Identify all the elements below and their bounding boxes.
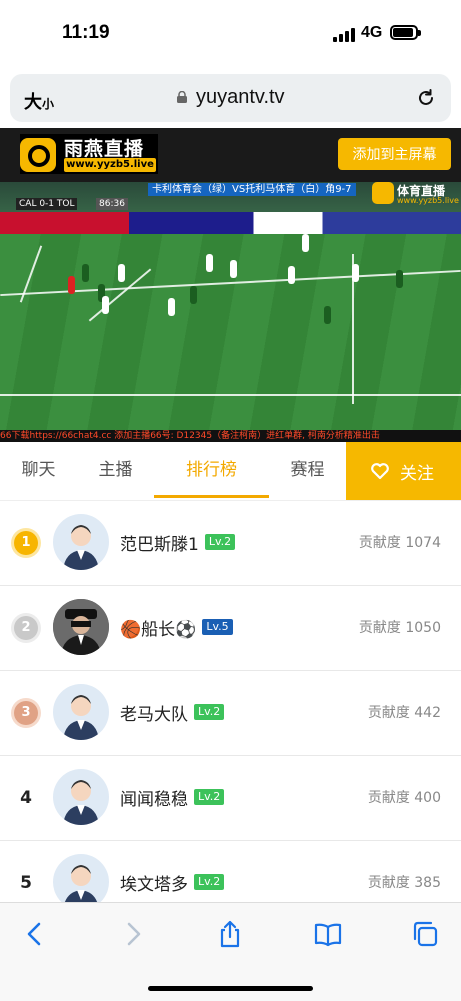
follow-label: 关注 — [400, 464, 434, 483]
forward-icon[interactable] — [118, 919, 148, 949]
level-badge: Lv.2 — [204, 534, 236, 550]
level-badge: Lv.2 — [194, 704, 225, 720]
ranking-row[interactable]: 5 埃文塔多 Lv.2 贡献度 385 — [0, 840, 461, 902]
bookmarks-icon[interactable] — [313, 919, 343, 949]
user-name: 🏀船长⚽ — [120, 619, 197, 640]
contribution-score: 贡献度 400 — [367, 790, 441, 806]
follow-button[interactable]: 关注 — [346, 442, 461, 500]
site-logo[interactable]: 雨燕直播 www.yyzb5.live — [20, 134, 158, 174]
share-icon[interactable] — [215, 919, 245, 949]
logo-subtext: www.yyzb5.live — [64, 158, 156, 172]
ranking-row[interactable]: 4 闻闻稳稳 Lv.2 贡献度 400 — [0, 755, 461, 841]
rank-number: 4 — [20, 788, 32, 808]
back-icon[interactable] — [20, 919, 50, 949]
level-badge: Lv.2 — [194, 874, 225, 890]
home-indicator — [148, 986, 313, 991]
tab-bar: 聊天 主播 排行榜 赛程 关注 — [0, 442, 461, 501]
text-size-button[interactable]: 大小 — [24, 88, 54, 114]
avatar[interactable] — [53, 769, 109, 825]
ranking-list: 1 范巴斯滕1 Lv.2 贡献度 1074 2 🏀船长⚽ Lv.5 贡献度 10… — [0, 500, 461, 902]
level-badge: Lv.2 — [194, 789, 225, 805]
tab-chat[interactable]: 聊天 — [0, 442, 77, 500]
browser-toolbar — [0, 902, 461, 1001]
network-type: 4G — [361, 24, 383, 41]
tab-schedule[interactable]: 赛程 — [269, 442, 346, 500]
rank-number: 5 — [20, 873, 32, 893]
battery-icon — [390, 25, 421, 40]
contribution-score: 贡献度 442 — [367, 705, 441, 721]
lock-icon — [177, 91, 187, 103]
avatar[interactable] — [53, 854, 109, 902]
avatar[interactable] — [53, 514, 109, 570]
address-bar[interactable]: 大小 yuyantv.tv — [10, 74, 451, 122]
user-name: 埃文塔多 — [120, 874, 188, 895]
heart-icon — [371, 463, 389, 480]
avatar[interactable] — [53, 599, 109, 655]
watermark-logo-icon — [372, 182, 394, 204]
tabs-icon[interactable] — [410, 919, 440, 949]
contribution-score: 贡献度 1074 — [358, 535, 441, 551]
ranking-row[interactable]: 1 范巴斯滕1 Lv.2 贡献度 1074 — [0, 500, 461, 586]
user-name: 老马大队 — [120, 704, 188, 725]
add-to-home-button[interactable]: 添加到主屏幕 — [338, 138, 451, 170]
user-name: 闻闻稳稳 — [120, 789, 188, 810]
active-tab-indicator — [154, 495, 269, 498]
scoreboard: CAL 0-1 TOL — [16, 198, 78, 210]
logo-text: 雨燕直播 — [64, 138, 145, 160]
tab-host[interactable]: 主播 — [77, 442, 154, 500]
gold-medal-icon: 1 — [14, 531, 38, 555]
contribution-score: 贡献度 385 — [367, 875, 441, 891]
match-clock: 86:36 — [96, 198, 128, 210]
video-player[interactable]: 卡利体育会（绿）VS托利马体育（白）角9-7 CAL 0-1 TOL 86:36… — [0, 182, 461, 442]
level-badge: Lv.5 — [202, 619, 233, 635]
match-title: 卡利体育会（绿）VS托利马体育（白）角9-7 — [148, 183, 356, 196]
avatar[interactable] — [53, 684, 109, 740]
logo-q-icon — [20, 138, 56, 172]
reload-icon[interactable] — [416, 88, 436, 108]
bronze-medal-icon: 3 — [14, 701, 38, 725]
football-pitch — [0, 234, 461, 442]
user-name: 范巴斯滕1 — [120, 534, 199, 555]
url-text[interactable]: yuyantv.tv — [196, 86, 285, 109]
ad-boards — [0, 212, 461, 234]
status-time: 11:19 — [62, 22, 110, 43]
broadcast-watermark: 体育直播 www.yyzb5.live — [372, 182, 459, 206]
silver-medal-icon: 2 — [14, 616, 38, 640]
cellular-signal-icon — [333, 26, 355, 42]
status-bar: 11:19 4G — [0, 0, 461, 68]
ticker-text: 66下载https://66chat4.cc 添加主播66号: D12345（备… — [0, 430, 461, 442]
ranking-row[interactable]: 2 🏀船长⚽ Lv.5 贡献度 1050 — [0, 585, 461, 671]
tab-ranking[interactable]: 排行榜 — [154, 442, 269, 500]
contribution-score: 贡献度 1050 — [358, 620, 441, 636]
browser-address-area: 大小 yuyantv.tv — [0, 68, 461, 128]
site-header: 雨燕直播 www.yyzb5.live 添加到主屏幕 — [0, 128, 461, 182]
ranking-row[interactable]: 3 老马大队 Lv.2 贡献度 442 — [0, 670, 461, 756]
